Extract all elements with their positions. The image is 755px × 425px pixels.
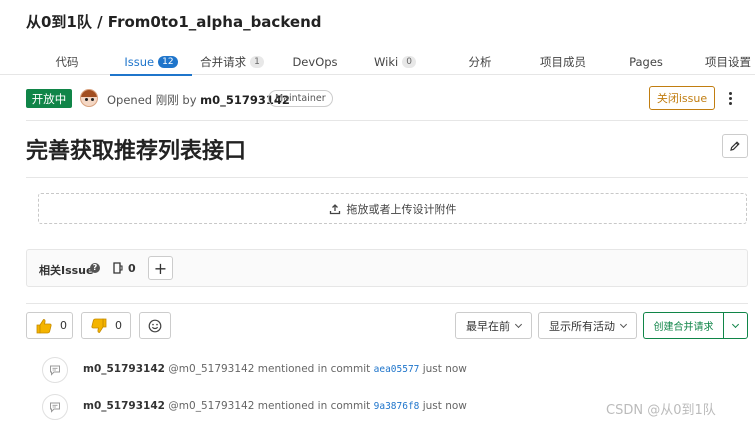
tab-merge-requests[interactable]: 合并请求 1 (194, 48, 270, 75)
note-time: just now (422, 363, 467, 375)
commit-sha-link[interactable]: 9a3876f8 (374, 401, 420, 412)
add-related-issue-button[interactable]: + (148, 256, 173, 280)
status-badge: 开放中 (26, 89, 72, 108)
note-text: m0_51793142 @m0_51793142 mentioned in co… (83, 400, 467, 412)
note-text: m0_51793142 @m0_51793142 mentioned in co… (83, 363, 467, 375)
help-icon[interactable]: ? (90, 263, 100, 273)
comment-icon (42, 394, 68, 420)
opened-line: Opened 刚刚 by m0_51793142 (107, 92, 290, 108)
plus-icon: + (153, 258, 168, 278)
avatar-eye (85, 98, 88, 101)
tab-code[interactable]: 代码 (44, 48, 90, 75)
watermark: CSDN @从0到1队 (606, 403, 716, 418)
opened-prefix: Opened 刚刚 by (107, 93, 197, 107)
tab-analytics[interactable]: 分析 (458, 48, 502, 75)
merge-request-options-toggle[interactable] (723, 312, 748, 339)
sort-label: 最早在前 (466, 319, 510, 333)
related-issues-label: 相关Issue (39, 264, 94, 277)
divider (26, 120, 748, 121)
issue-count-badge: 12 (158, 55, 178, 68)
activity-filter-dropdown[interactable]: 显示所有活动 (538, 312, 637, 339)
related-issue-count: 0 (128, 262, 136, 275)
thumbs-down-count: 0 (115, 319, 122, 332)
add-reaction-button[interactable] (139, 312, 171, 339)
note-handle: @m0_51793142 (168, 363, 255, 375)
tab-settings[interactable]: 项目设置 (698, 48, 755, 75)
merge-request-count-badge: 1 (250, 55, 264, 68)
system-note: m0_51793142 @m0_51793142 mentioned in co… (42, 357, 742, 383)
chevron-down-icon (731, 320, 740, 328)
thumbs-up-icon (36, 318, 52, 333)
note-time: just now (422, 400, 467, 412)
sort-dropdown[interactable]: 最早在前 (455, 312, 532, 339)
thumbs-up-count: 0 (60, 319, 67, 332)
project-tabs: 代码 Issue 12 合并请求 1 DevOps Wiki 0 分析 项目成员 Pa… (0, 48, 755, 76)
thumbs-down-button[interactable]: 0 (81, 312, 131, 339)
tab-devops[interactable]: DevOps (286, 48, 344, 75)
chevron-down-icon (619, 320, 628, 328)
divider (26, 303, 748, 304)
close-issue-button[interactable]: 关闭issue (649, 86, 715, 110)
note-action: mentioned in commit (257, 400, 371, 412)
page-title: 完善获取推荐列表接口 (26, 139, 247, 164)
tab-issue[interactable]: Issue 12 (110, 48, 192, 76)
project-title[interactable]: 从0到1队 / From0to1_alpha_backend (26, 11, 321, 32)
edit-button[interactable] (722, 134, 748, 158)
avatar-hair (81, 90, 97, 97)
upload-icon (329, 203, 340, 214)
issues-icon (113, 262, 123, 274)
create-merge-request-button[interactable]: 创建合并请求 (643, 312, 723, 339)
avatar-eye (91, 98, 94, 101)
tab-pages[interactable]: Pages (620, 48, 672, 75)
note-handle: @m0_51793142 (168, 400, 255, 412)
note-author[interactable]: m0_51793142 (83, 400, 165, 412)
more-actions-icon[interactable] (724, 87, 736, 109)
filter-label: 显示所有活动 (549, 319, 615, 333)
pencil-icon (730, 141, 740, 151)
thumbs-down-icon (91, 318, 107, 333)
role-badge: Maintainer (268, 90, 333, 107)
upload-label: 拖放或者上传设计附件 (346, 202, 457, 216)
related-issues-panel: 相关Issue ? 0 + (26, 249, 748, 287)
chevron-down-icon (514, 320, 523, 328)
avatar[interactable] (80, 89, 98, 107)
smiley-icon (148, 319, 162, 332)
note-author[interactable]: m0_51793142 (83, 363, 165, 375)
comment-icon (42, 357, 68, 383)
commit-sha-link[interactable]: aea05577 (374, 364, 420, 375)
tab-members[interactable]: 项目成员 (532, 48, 594, 75)
note-action: mentioned in commit (257, 363, 371, 375)
design-upload-dropzone[interactable]: 拖放或者上传设计附件 (38, 193, 747, 224)
tab-wiki[interactable]: Wiki 0 (368, 48, 422, 75)
project-header: 从0到1队 / From0to1_alpha_backend 代码 Issue 1… (0, 0, 755, 76)
divider (26, 177, 748, 178)
thumbs-up-button[interactable]: 0 (26, 312, 73, 339)
wiki-count-badge: 0 (402, 55, 416, 68)
